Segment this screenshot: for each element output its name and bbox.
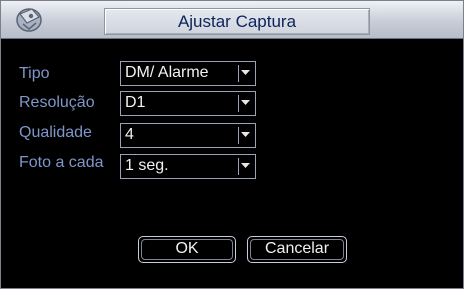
capture-settings-dialog: Ajustar Captura Tipo DM/ Alarme Resoluçã… <box>0 0 464 289</box>
chevron-down-icon[interactable] <box>238 95 252 112</box>
dialog-title: Ajustar Captura <box>177 12 297 31</box>
dialog-title-bar: Ajustar Captura <box>1 1 463 39</box>
resolution-select[interactable]: D1 <box>120 91 256 116</box>
resolution-label: Resolução <box>19 94 95 111</box>
type-value: DM/ Alarme <box>125 64 209 81</box>
title-panel: Ajustar Captura <box>104 8 370 35</box>
ok-button[interactable]: OK <box>138 236 236 263</box>
chevron-down-icon[interactable] <box>238 158 252 175</box>
dialog-content: Tipo DM/ Alarme Resolução D1 Qualidade 4… <box>9 39 457 282</box>
cancel-button[interactable]: Cancelar <box>247 236 347 263</box>
quality-select[interactable]: 4 <box>120 123 256 148</box>
photo-interval-label: Foto a cada <box>19 154 104 171</box>
camera-icon <box>14 5 44 34</box>
quality-label: Qualidade <box>19 124 92 141</box>
photo-interval-select[interactable]: 1 seg. <box>120 154 256 179</box>
chevron-down-icon[interactable] <box>238 65 252 82</box>
type-select[interactable]: DM/ Alarme <box>120 61 256 86</box>
type-label: Tipo <box>19 65 50 82</box>
photo-interval-value: 1 seg. <box>125 157 169 174</box>
resolution-value: D1 <box>125 94 146 111</box>
quality-value: 4 <box>125 126 134 143</box>
chevron-down-icon[interactable] <box>238 127 252 144</box>
